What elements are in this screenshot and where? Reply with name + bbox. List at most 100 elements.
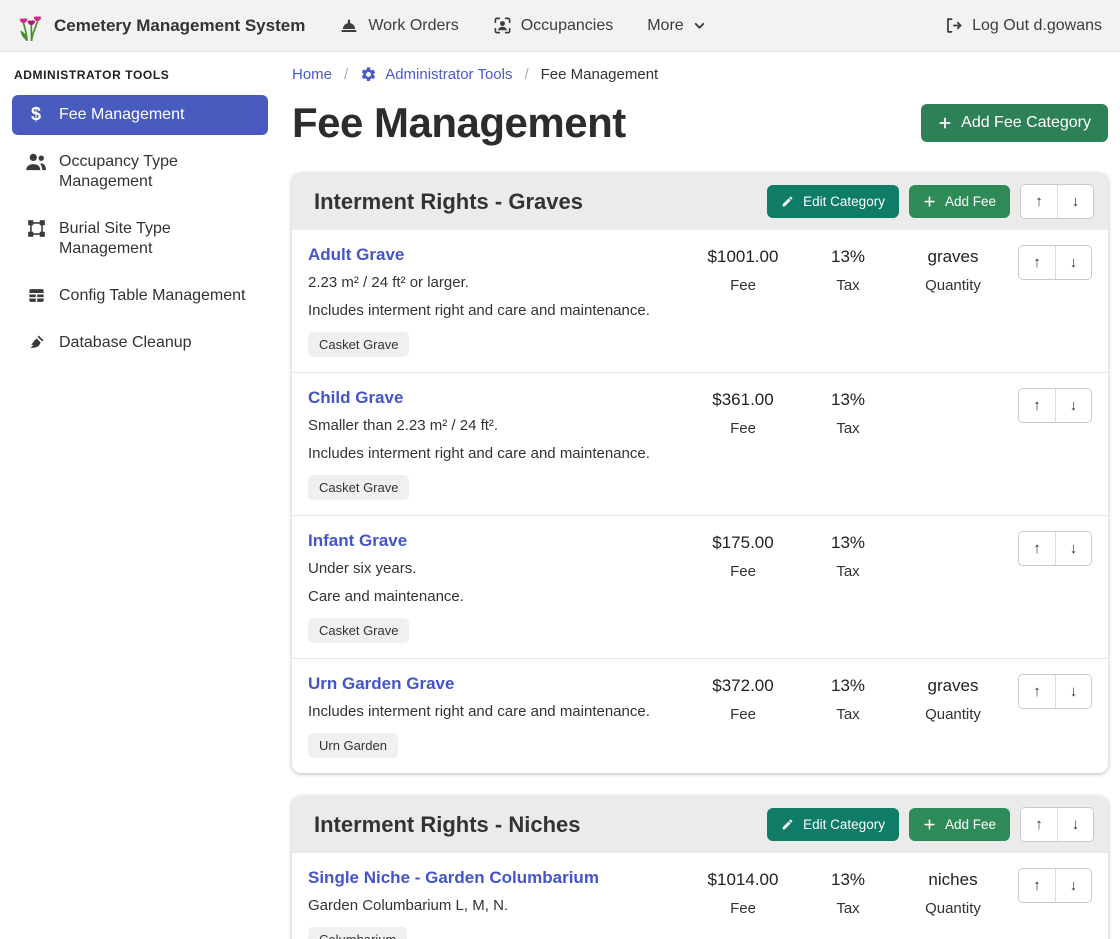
tax-column: 13%Tax — [798, 245, 898, 294]
breadcrumb-link-admin-tools[interactable]: Administrator Tools — [360, 66, 512, 83]
fee-info: Single Niche - Garden ColumbariumGarden … — [308, 868, 688, 939]
people-icon — [24, 152, 48, 171]
quantity-column: gravesQuantity — [898, 245, 1008, 294]
tax-label: Tax — [798, 900, 898, 917]
fee-reorder-group: ↑↓ — [1018, 674, 1092, 709]
move-fee-down-button[interactable]: ↓ — [1055, 246, 1091, 279]
fee-name-link[interactable]: Urn Garden Grave — [308, 674, 454, 694]
fee-info: Urn Garden GraveIncludes interment right… — [308, 674, 688, 758]
category-header: Interment Rights - GravesEdit CategoryAd… — [292, 173, 1108, 230]
edit-category-button[interactable]: Edit Category — [767, 808, 899, 841]
fee-name-link[interactable]: Infant Grave — [308, 531, 407, 551]
category-header: Interment Rights - NichesEdit CategoryAd… — [292, 796, 1108, 853]
move-fee-up-button[interactable]: ↑ — [1019, 532, 1055, 565]
fee-amount-value: $175.00 — [688, 533, 798, 553]
fee-tags: Columbarium — [308, 927, 682, 939]
quantity-label: Quantity — [898, 900, 1008, 917]
fee-name-link[interactable]: Single Niche - Garden Columbarium — [308, 868, 599, 888]
nav-work-orders[interactable]: Work Orders — [339, 16, 458, 36]
fee-tag-badge: Casket Grave — [308, 475, 409, 500]
fee-amount-label: Fee — [688, 706, 798, 723]
add-fee-category-button[interactable]: Add Fee Category — [921, 104, 1108, 142]
sidebar-item-occupancy-type-management[interactable]: Occupancy Type Management — [12, 142, 268, 202]
move-fee-down-button[interactable]: ↓ — [1055, 532, 1091, 565]
tax-label: Tax — [798, 563, 898, 580]
move-fee-up-button[interactable]: ↑ — [1019, 869, 1055, 902]
fee-reorder-controls: ↑↓ — [1008, 674, 1092, 709]
fee-category-card: Interment Rights - GravesEdit CategoryAd… — [292, 173, 1108, 773]
nav-work-orders-label: Work Orders — [368, 17, 458, 35]
fee-reorder-controls: ↑↓ — [1008, 531, 1092, 566]
fee-amount-value: $1001.00 — [688, 247, 798, 267]
tax-label: Tax — [798, 706, 898, 723]
add-fee-label: Add Fee — [945, 194, 996, 209]
fee-tags: Casket Grave — [308, 475, 682, 500]
fee-name-link[interactable]: Child Grave — [308, 388, 403, 408]
sidebar-item-fee-management[interactable]: $Fee Management — [12, 95, 268, 135]
move-fee-down-button[interactable]: ↓ — [1055, 675, 1091, 708]
quantity-value: graves — [898, 676, 1008, 696]
fee-amount-label: Fee — [688, 277, 798, 294]
fee-reorder-group: ↑↓ — [1018, 388, 1092, 423]
move-category-up-button[interactable]: ↑ — [1021, 808, 1057, 841]
add-fee-button[interactable]: Add Fee — [909, 808, 1010, 841]
sidebar-item-database-cleanup[interactable]: Database Cleanup — [12, 323, 268, 363]
pencil-icon — [781, 818, 794, 831]
breadcrumb-link-home[interactable]: Home — [292, 66, 332, 83]
edit-category-button[interactable]: Edit Category — [767, 185, 899, 218]
breadcrumb-admin-tools-label: Administrator Tools — [385, 66, 512, 83]
tax-label: Tax — [798, 420, 898, 437]
nav-occupancies[interactable]: Occupancies — [493, 16, 614, 35]
edit-category-label: Edit Category — [803, 194, 885, 209]
logout-icon — [944, 16, 963, 35]
move-category-down-button[interactable]: ↓ — [1057, 808, 1093, 841]
move-fee-up-button[interactable]: ↑ — [1019, 246, 1055, 279]
add-fee-button[interactable]: Add Fee — [909, 185, 1010, 218]
fee-reorder-controls: ↑↓ — [1008, 388, 1092, 423]
fee-tag-badge: Columbarium — [308, 927, 407, 939]
sidebar-item-config-table-management[interactable]: Config Table Management — [12, 276, 268, 316]
frame-icon — [24, 219, 48, 238]
fee-tag-badge: Urn Garden — [308, 733, 398, 758]
quantity-value: niches — [898, 870, 1008, 890]
fee-description: Under six years. — [308, 559, 682, 578]
main-content: Home / Administrator Tools / Fee Managem… — [280, 52, 1120, 939]
sidebar-item-label: Burial Site Type Management — [59, 219, 256, 259]
fee-amount-label: Fee — [688, 900, 798, 917]
move-fee-down-button[interactable]: ↓ — [1055, 869, 1091, 902]
sidebar-item-burial-site-type-management[interactable]: Burial Site Type Management — [12, 209, 268, 269]
fee-tag-badge: Casket Grave — [308, 618, 409, 643]
fee-amount-value: $1014.00 — [688, 870, 798, 890]
app-brand[interactable]: Cemetery Management System — [18, 10, 305, 42]
fee-category-card: Interment Rights - NichesEdit CategoryAd… — [292, 796, 1108, 939]
move-fee-up-button[interactable]: ↑ — [1019, 389, 1055, 422]
fee-amount-label: Fee — [688, 420, 798, 437]
move-fee-up-button[interactable]: ↑ — [1019, 675, 1055, 708]
plus-icon — [923, 818, 936, 831]
page-title: Fee Management — [292, 99, 626, 147]
nav-more-label: More — [647, 17, 683, 35]
fee-tags: Casket Grave — [308, 332, 682, 357]
move-category-down-button[interactable]: ↓ — [1057, 185, 1093, 218]
fee-reorder-group: ↑↓ — [1018, 868, 1092, 903]
logout-label: Log Out d.gowans — [972, 17, 1102, 35]
fee-reorder-controls: ↑↓ — [1008, 868, 1092, 903]
category-actions: Edit Category Add Fee ↑↓ — [767, 184, 1094, 219]
fee-description: Smaller than 2.23 m² / 24 ft². — [308, 416, 682, 435]
fee-name-link[interactable]: Adult Grave — [308, 245, 404, 265]
move-fee-down-button[interactable]: ↓ — [1055, 389, 1091, 422]
logout-button[interactable]: Log Out d.gowans — [944, 16, 1102, 35]
quantity-value: graves — [898, 247, 1008, 267]
fee-amount-column: $1001.00 Fee — [688, 245, 798, 294]
gear-icon — [360, 66, 377, 83]
breadcrumb-current: Fee Management — [541, 66, 659, 83]
tax-value: 13% — [798, 870, 898, 890]
fee-amount-column: $372.00Fee — [688, 674, 798, 723]
pencil-icon — [781, 195, 794, 208]
tulip-logo-icon — [18, 10, 44, 42]
fee-description: Includes interment right and care and ma… — [308, 444, 682, 463]
quantity-column — [898, 531, 1008, 533]
move-category-up-button[interactable]: ↑ — [1021, 185, 1057, 218]
edit-category-label: Edit Category — [803, 817, 885, 832]
nav-more[interactable]: More — [647, 17, 705, 35]
